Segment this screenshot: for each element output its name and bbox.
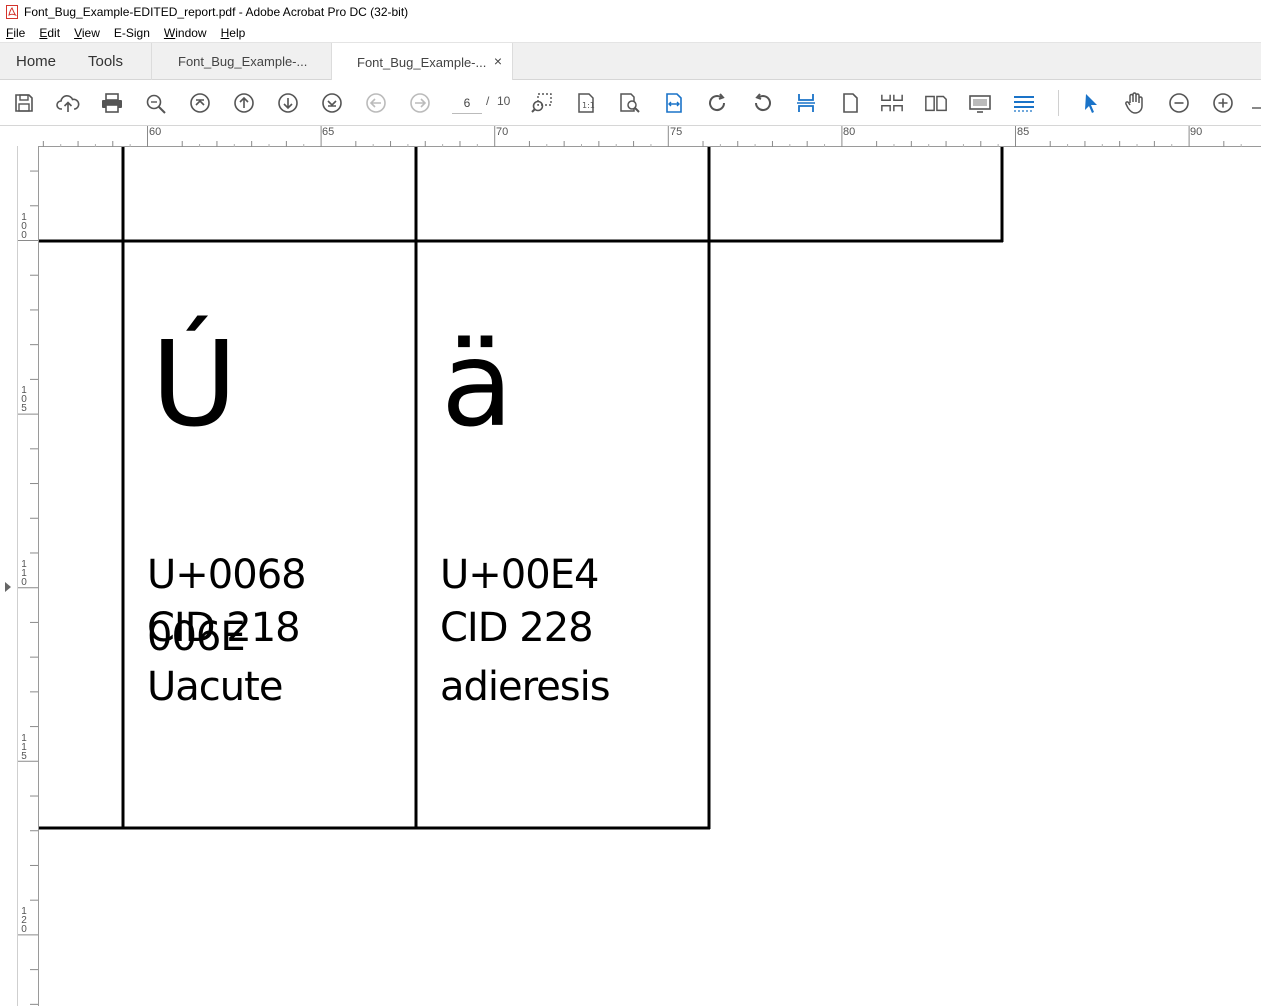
expand-panel-arrow-icon[interactable] (5, 582, 11, 592)
tab-document-1-label: Font_Bug_Example-... (178, 54, 308, 69)
ruler-label-65: 65 (322, 126, 335, 138)
ruler-label-100: 100 (21, 212, 27, 241)
ruler-guide-line (17, 146, 18, 1006)
cell1-glyph-name: Uacute (147, 664, 283, 710)
ruler-label-105: 105 (21, 385, 27, 414)
page-separator: / (486, 94, 490, 108)
menu-edit[interactable]: Edit (39, 26, 60, 40)
cell1-overlap-text: 006E (147, 614, 246, 660)
previous-page-icon[interactable] (232, 91, 256, 115)
two-page-scrolling-icon[interactable] (880, 91, 904, 115)
print-icon[interactable] (100, 91, 124, 115)
ruler-label-110: 110 (21, 559, 27, 588)
menu-help[interactable]: Help (221, 26, 246, 40)
next-view-icon[interactable] (408, 91, 432, 115)
zoom-page-icon[interactable] (618, 91, 642, 115)
page-number-input[interactable]: 6 (452, 92, 482, 114)
zoom-in-icon[interactable] (1211, 91, 1235, 115)
menu-bar: File Edit View E-Sign Window Help (0, 23, 1261, 43)
tab-document-2-label: Font_Bug_Example-... (357, 54, 487, 70)
glyph-uacute: Ú (151, 315, 238, 453)
glyph-adieresis: ä (441, 315, 514, 453)
last-page-icon[interactable] (320, 91, 344, 115)
menu-window[interactable]: Window (164, 26, 207, 40)
read-mode-icon[interactable] (1012, 91, 1036, 115)
zoom-out-icon[interactable] (1167, 91, 1191, 115)
menu-file[interactable]: File (6, 26, 25, 40)
presentation-mode-icon[interactable] (968, 91, 992, 115)
toolbar-divider (1058, 90, 1059, 116)
ruler-label-75: 75 (670, 126, 683, 138)
previous-view-icon[interactable] (364, 91, 388, 115)
ruler-label-60: 60 (149, 126, 162, 138)
document-page[interactable]: Ú U+0068 CID 218 006E Uacute ä U+00E4 CI… (39, 147, 1261, 1006)
ruler-corner (0, 126, 38, 147)
marquee-zoom-icon[interactable] (530, 91, 554, 115)
ruler-label-70: 70 (496, 126, 509, 138)
menu-esign[interactable]: E-Sign (114, 26, 150, 40)
rotate-clockwise-icon[interactable] (706, 91, 730, 115)
horizontal-ruler[interactable]: 60 65 70 75 80 85 90 (38, 126, 1261, 147)
title-bar: Font_Bug_Example-EDITED_report.pdf - Ado… (0, 0, 1261, 23)
first-page-icon[interactable] (188, 91, 212, 115)
cell2-cid: CID 228 (440, 605, 594, 651)
tab-document-2-active[interactable]: Font_Bug_Example-... × (332, 43, 513, 81)
vertical-ruler[interactable]: 100 105 110 115 120 (0, 146, 39, 1006)
cell2-unicode: U+00E4 (440, 552, 599, 598)
cell1-unicode: U+0068 (147, 552, 307, 598)
toolbar: 6 / 10 1:1 (0, 80, 1261, 126)
ruler-label-85: 85 (1017, 126, 1030, 138)
hand-tool-icon[interactable] (1123, 91, 1147, 115)
tab-document-1[interactable]: Font_Bug_Example-... (151, 43, 332, 80)
scrolling-mode-icon[interactable] (794, 91, 818, 115)
ruler-label-80: 80 (843, 126, 856, 138)
svg-text:1:1: 1:1 (582, 101, 595, 110)
tab-home[interactable]: Home (16, 43, 56, 80)
single-page-icon[interactable] (838, 91, 862, 115)
select-tool-icon[interactable] (1079, 91, 1103, 115)
ruler-label-90: 90 (1190, 126, 1203, 138)
window-title: Font_Bug_Example-EDITED_report.pdf - Ado… (24, 4, 409, 19)
cell2-glyph-name: adieresis (440, 664, 611, 710)
ruler-label-120: 120 (21, 906, 27, 935)
actual-size-icon[interactable]: 1:1 (574, 91, 598, 115)
fit-width-icon[interactable] (662, 91, 686, 115)
cloud-upload-icon[interactable] (56, 91, 80, 115)
next-page-icon[interactable] (276, 91, 300, 115)
total-pages: 10 (497, 94, 511, 108)
zoom-search-icon[interactable] (144, 91, 168, 115)
save-icon[interactable] (12, 91, 36, 115)
two-page-view-icon[interactable] (924, 91, 948, 115)
more-tools-icon[interactable] (1250, 91, 1261, 115)
acrobat-pdf-icon (6, 4, 18, 19)
horizontal-ruler-ticks (42, 126, 1242, 147)
tab-bar: Home Tools Font_Bug_Example-... Font_Bug… (0, 43, 1261, 81)
menu-view[interactable]: View (74, 26, 100, 40)
tab-tools[interactable]: Tools (88, 43, 123, 80)
close-tab-icon[interactable]: × (494, 53, 502, 69)
rotate-counterclockwise-icon[interactable] (750, 91, 774, 115)
ruler-label-115: 115 (21, 733, 27, 762)
